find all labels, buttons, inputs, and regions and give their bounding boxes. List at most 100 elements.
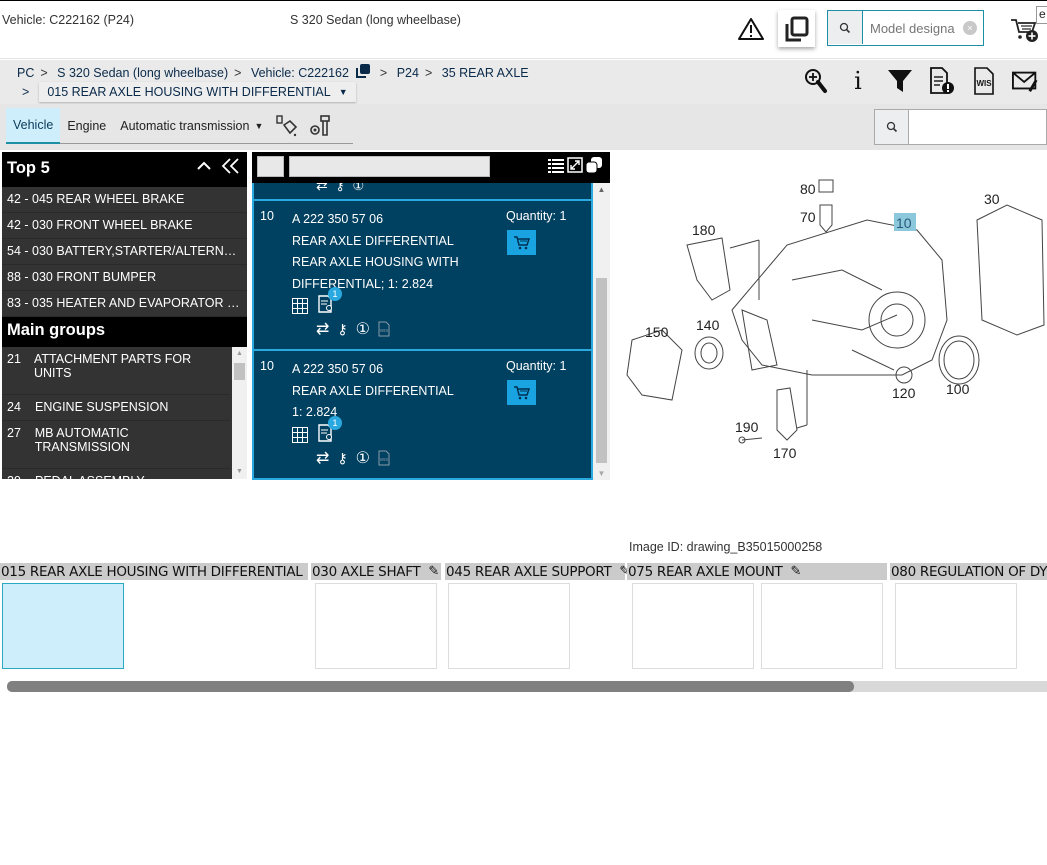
subgroup-dropdown[interactable]: 015 REAR AXLE HOUSING WITH DIFFERENTIAL …: [39, 82, 356, 102]
thumbnail[interactable]: [761, 583, 883, 669]
breadcrumb-item-pc[interactable]: PC: [17, 66, 34, 80]
add-to-cart-button[interactable]: [507, 380, 536, 405]
breadcrumb-item-model[interactable]: S 320 Sedan (long wheelbase): [57, 66, 228, 80]
copy-vin-icon[interactable]: [356, 64, 371, 78]
scroll-up-arrow[interactable]: ▲: [593, 185, 610, 194]
scroll-down-arrow[interactable]: ▼: [593, 469, 610, 478]
wis-button[interactable]: WIS: [970, 67, 998, 95]
callout-140[interactable]: 140: [696, 317, 720, 333]
window-icon[interactable]: [586, 157, 602, 173]
search-icon[interactable]: [828, 11, 863, 44]
callout-30[interactable]: 30: [984, 191, 1000, 207]
callout-70[interactable]: 70: [800, 209, 816, 225]
email-button[interactable]: [1012, 67, 1040, 95]
edit-icon[interactable]: ✎: [791, 564, 802, 579]
document-search-button[interactable]: 1: [318, 287, 342, 316]
info-circle-icon[interactable]: ①: [353, 183, 365, 194]
key-icon[interactable]: ⚷: [336, 183, 345, 193]
scroll-up-arrow[interactable]: ▲: [232, 347, 247, 361]
wis-document-icon[interactable]: WIS: [378, 321, 390, 337]
tab-automatic-transmission[interactable]: Automatic transmission ▼: [113, 108, 270, 144]
document-search-button[interactable]: 1: [318, 416, 342, 445]
main-group-item[interactable]: 21 ATTACHMENT PARTS FOR UNITS: [2, 347, 230, 395]
key-icon[interactable]: ⚷: [337, 321, 347, 338]
top5-item[interactable]: 42 - 045 REAR WHEEL BRAKE: [2, 187, 247, 213]
paint-button[interactable]: [270, 108, 304, 144]
parts-filter-button[interactable]: [257, 156, 284, 177]
table-icon[interactable]: [292, 297, 308, 314]
cover-30: [976, 204, 1045, 336]
top5-item[interactable]: 54 - 030 BATTERY,STARTER/ALTERNAT...: [2, 239, 247, 265]
parts-filter-input[interactable]: [289, 156, 490, 177]
info-circle-icon[interactable]: ①: [356, 448, 370, 468]
callout-100[interactable]: 100: [946, 381, 970, 397]
parts-search[interactable]: [874, 109, 1047, 145]
table-icon[interactable]: [292, 426, 308, 443]
tab-vehicle[interactable]: Vehicle: [6, 107, 61, 144]
main-group-item[interactable]: 24 ENGINE SUSPENSION: [2, 395, 230, 421]
top5-item[interactable]: 42 - 030 FRONT WHEEL BRAKE: [2, 213, 247, 239]
alternatives-icon[interactable]: ⇄: [316, 448, 329, 468]
callout-180[interactable]: 180: [692, 222, 716, 238]
part-position: 10: [260, 359, 274, 373]
collapse-panel-icon[interactable]: [221, 157, 241, 175]
thumbnail[interactable]: [315, 583, 437, 669]
breadcrumb-item-rear-axle[interactable]: 35 REAR AXLE: [442, 66, 529, 80]
parts-scrollbar[interactable]: ▲ ▼: [593, 183, 610, 480]
thumbnail-selected[interactable]: [2, 583, 124, 669]
wis-document-icon[interactable]: WIS: [378, 450, 390, 466]
model-search[interactable]: ×: [827, 10, 984, 46]
top5-item[interactable]: 88 - 030 FRONT BUMPER: [2, 265, 247, 291]
callout-80[interactable]: 80: [800, 181, 816, 197]
breadcrumb-item-p24[interactable]: P24: [397, 66, 419, 80]
callout-150[interactable]: 150: [645, 324, 669, 340]
parts-drawing[interactable]: 80 70 10 30 180 150 140 120 100 190 170: [612, 160, 1047, 470]
breadcrumb-item-vehicle[interactable]: Vehicle: C222162: [251, 66, 349, 80]
callout-120[interactable]: 120: [892, 385, 916, 401]
scrollbar-thumb[interactable]: [596, 278, 607, 463]
expand-icon[interactable]: [567, 157, 583, 173]
clear-search-icon[interactable]: ×: [963, 21, 977, 35]
scrollbar-thumb[interactable]: [234, 363, 245, 380]
thumbnail[interactable]: [632, 583, 754, 669]
model-search-input[interactable]: [870, 18, 962, 38]
zoom-in-button[interactable]: [802, 67, 830, 95]
thumbnail[interactable]: [895, 583, 1017, 669]
warning-icon[interactable]: [738, 17, 764, 41]
search-icon[interactable]: [875, 110, 909, 144]
subgroup-075[interactable]: 075 REAR AXLE MOUNT ✎: [627, 563, 887, 669]
part-row[interactable]: 10 A 222 350 57 06 REAR AXLE DIFFERENTIA…: [254, 201, 591, 351]
subgroup-030[interactable]: 030 AXLE SHAFT ✎: [311, 563, 441, 669]
scroll-down-arrow[interactable]: ▼: [232, 465, 247, 479]
info-circle-icon[interactable]: ①: [356, 319, 370, 339]
subgroup-015[interactable]: 015 REAR AXLE HOUSING WITH DIFFERENTIAL✎: [0, 563, 321, 669]
plug-80: [818, 179, 834, 193]
filter-button[interactable]: [886, 67, 914, 95]
collapse-up-icon[interactable]: [195, 157, 213, 175]
callout-170[interactable]: 170: [773, 445, 797, 461]
add-to-cart-button[interactable]: [507, 230, 536, 255]
edit-icon[interactable]: ✎: [428, 564, 439, 579]
subgroup-045[interactable]: 045 REAR AXLE SUPPORT ✎: [445, 563, 630, 669]
callout-190[interactable]: 190: [735, 419, 759, 435]
top5-item[interactable]: 83 - 035 HEATER AND EVAPORATOR H...: [2, 291, 247, 317]
tab-engine[interactable]: Engine: [60, 108, 113, 144]
main-group-item[interactable]: 27 MB AUTOMATIC TRANSMISSION: [2, 421, 230, 469]
bolt-button[interactable]: [304, 108, 338, 144]
document-alert-button[interactable]: [928, 67, 956, 95]
copy-button[interactable]: [778, 10, 815, 47]
key-icon[interactable]: ⚷: [337, 450, 347, 467]
strip-scrollbar[interactable]: [7, 681, 1047, 692]
subgroup-080[interactable]: 080 REGULATION OF DYNAMIC HANDLING CONTR…: [890, 563, 1047, 669]
list-view-icon[interactable]: [548, 157, 564, 173]
alternatives-icon[interactable]: ⇄: [316, 183, 328, 194]
subgroup-label: 015 REAR AXLE HOUSING WITH DIFFERENTIAL: [1, 563, 303, 580]
info-button[interactable]: i: [844, 67, 872, 95]
main-group-item[interactable]: 29PEDAL ASSEMBLY: [2, 469, 230, 479]
callout-10[interactable]: 10: [896, 215, 912, 231]
main-groups-scrollbar[interactable]: ▲ ▼: [232, 347, 247, 479]
part-row[interactable]: 10 A 222 350 57 06 REAR AXLE DIFFERENTIA…: [254, 351, 591, 478]
alternatives-icon[interactable]: ⇄: [316, 319, 329, 339]
thumbnail[interactable]: [448, 583, 570, 669]
scrollbar-thumb[interactable]: [7, 681, 854, 692]
